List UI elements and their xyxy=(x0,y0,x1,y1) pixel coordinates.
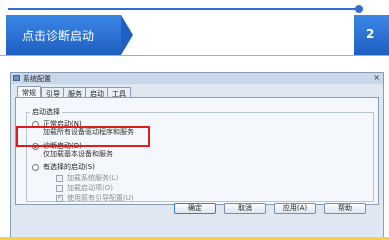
dialog-title: 系统配置 xyxy=(23,75,51,83)
use-original-boot-config-checkbox[interactable] xyxy=(56,193,63,202)
page-number: 2 xyxy=(366,27,375,41)
top-rule xyxy=(8,8,358,10)
load-system-services-checkbox[interactable] xyxy=(56,175,63,182)
general-panel: 启动选择 正常启动(N) 加载所有设备驱动程序和服务 诊断启动(D) 仅加载基本… xyxy=(15,97,379,205)
dialog-titlebar: 系统配置 × xyxy=(11,73,383,84)
system-config-dialog: 系统配置 × 常规 引导 服务 启动 工具 启动选择 正常启动(N) 加载所有设… xyxy=(10,72,384,240)
cancel-button[interactable]: 取消 xyxy=(224,203,266,214)
ok-button[interactable]: 确定 xyxy=(174,203,216,214)
header-rule xyxy=(0,55,389,56)
tab-tools[interactable]: 工具 xyxy=(107,87,131,98)
title-banner-arrow xyxy=(121,15,133,55)
tab-services[interactable]: 服务 xyxy=(63,87,87,98)
tab-startup[interactable]: 启动 xyxy=(85,87,109,98)
selective-startup-radio[interactable] xyxy=(32,164,39,171)
diagnostic-startup-description: 仅加载基本设备和服务 xyxy=(43,150,113,158)
load-startup-items-checkbox[interactable] xyxy=(56,185,63,192)
help-button[interactable]: 帮助 xyxy=(324,203,366,214)
system-config-icon xyxy=(13,75,20,81)
diagnostic-highlight-box xyxy=(16,126,150,147)
group-title: 启动选择 xyxy=(30,107,62,117)
tab-boot[interactable]: 引导 xyxy=(41,87,65,98)
load-system-services-label: 加载系统服务(L) xyxy=(67,174,119,182)
selective-startup-label[interactable]: 有选择的启动(S) xyxy=(43,163,95,171)
top-dot xyxy=(355,5,363,13)
load-startup-items-label: 加载启动项(O) xyxy=(67,184,113,192)
use-original-boot-config-label: 使用原有引导配置(U) xyxy=(67,194,134,202)
close-icon[interactable]: × xyxy=(373,73,380,82)
apply-button[interactable]: 应用(A) xyxy=(274,203,316,214)
slide-title: 点击诊断启动 xyxy=(22,29,95,43)
